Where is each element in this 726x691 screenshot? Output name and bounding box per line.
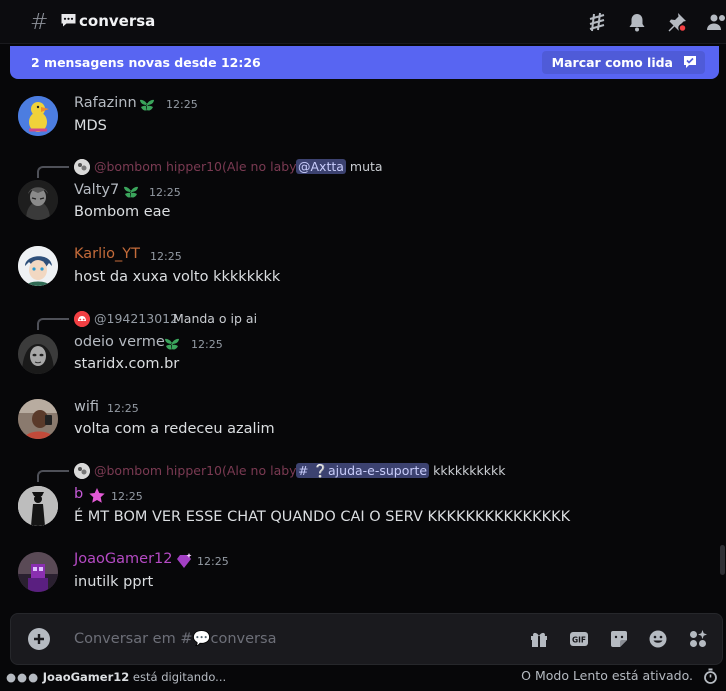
reply-avatar <box>74 311 90 327</box>
mark-read-icon <box>684 56 696 68</box>
message: @194213012 Manda o ip ai odeio verme 12:… <box>0 310 716 380</box>
reply-spine <box>37 470 69 482</box>
mark-as-read-label: Marcar como lida <box>551 55 673 70</box>
username[interactable]: wifi <box>74 399 99 415</box>
message-text: staridx.com.br <box>74 356 180 372</box>
username[interactable]: b <box>74 486 83 502</box>
timestamp: 12:25 <box>111 490 143 503</box>
message-text: volta com a redeceu azalim <box>74 421 275 437</box>
message: JoaoGamer12 12:25 inutilk pprt <box>0 550 716 598</box>
reply-text: muta <box>349 159 383 174</box>
leaf-badge-icon <box>124 186 138 198</box>
avatar[interactable] <box>18 399 58 439</box>
message-text: MDS <box>74 118 107 134</box>
message-text: É MT BOM VER ESSE CHAT QUANDO CAI O SERV… <box>74 509 571 525</box>
typing-suffix: está digitando... <box>132 670 227 684</box>
username[interactable]: JoaoGamer12 <box>74 551 172 567</box>
threads-icon[interactable] <box>586 11 608 33</box>
stopwatch-icon <box>704 668 717 684</box>
timestamp: 12:25 <box>197 555 229 568</box>
username[interactable]: Rafazinn <box>74 95 137 111</box>
username[interactable]: Valty7 <box>74 182 119 198</box>
star-badge-icon <box>89 488 105 503</box>
hash-icon: # <box>30 10 49 35</box>
reply-author[interactable]: @bombom hipper10(Ale no laby) <box>94 463 301 478</box>
add-attachment-button[interactable] <box>28 628 50 650</box>
reply-mention[interactable]: @Axtta <box>296 159 346 174</box>
members-icon[interactable] <box>706 11 726 33</box>
avatar[interactable] <box>18 334 58 374</box>
timestamp: 12:25 <box>191 338 223 351</box>
reply-text[interactable]: Manda o ip ai <box>173 311 257 326</box>
reply-author[interactable]: @194213012 <box>94 311 178 326</box>
reply-spine <box>37 166 69 178</box>
message-composer[interactable]: Conversar em #💬conversa GIF <box>10 613 723 665</box>
timestamp: 12:25 <box>149 186 181 199</box>
reply-content[interactable]: # ❔ajuda-e-suporte kkkkkkkkkk <box>296 463 506 479</box>
channel-mention[interactable]: # ❔ajuda-e-suporte <box>296 463 430 478</box>
avatar[interactable] <box>18 96 58 136</box>
leaf-badge-icon <box>165 338 179 350</box>
channel-name: conversa <box>79 12 156 30</box>
bell-icon[interactable] <box>626 11 648 33</box>
avatar[interactable] <box>18 552 58 592</box>
mark-as-read-button[interactable]: Marcar como lida <box>541 51 705 74</box>
username[interactable]: odeio verme <box>74 334 165 350</box>
gift-icon[interactable] <box>528 628 550 650</box>
typing-dots-icon: ●●● <box>6 670 40 684</box>
message: Karlio_YT 12:25 host da xuxa volto kkkkk… <box>0 246 716 294</box>
message-text: host da xuxa volto kkkkkkkk <box>74 269 281 285</box>
apps-icon[interactable] <box>687 628 709 650</box>
message-input[interactable]: Conversar em #💬conversa <box>74 630 276 647</box>
speech-balloon-icon <box>61 14 76 27</box>
timestamp: 12:25 <box>150 250 182 263</box>
message: Rafazinn 12:25 MDS <box>0 94 716 142</box>
reply-spine <box>37 318 69 330</box>
sparkle-badge-icon <box>177 553 192 568</box>
channel-header: # conversa <box>0 0 726 44</box>
avatar[interactable] <box>18 486 58 526</box>
reply-author[interactable]: @bombom hipper10(Ale no laby) <box>94 159 301 174</box>
message: wifi 12:25 volta com a redeceu azalim <box>0 398 716 446</box>
scrollbar-thumb[interactable] <box>720 545 725 575</box>
typing-user: JoaoGamer12 <box>42 670 130 684</box>
plus-icon <box>34 634 44 644</box>
sticker-icon[interactable] <box>608 628 630 650</box>
leaf-badge-icon <box>140 99 154 111</box>
pin-icon[interactable] <box>666 11 688 33</box>
typing-indicator: ●●● JoaoGamer12 está digitando... <box>6 670 226 684</box>
timestamp: 12:25 <box>107 402 139 415</box>
slowmode-notice: O Modo Lento está ativado. <box>521 668 693 683</box>
reply-text: kkkkkkkkkk <box>433 463 506 478</box>
emoji-icon[interactable] <box>647 628 669 650</box>
reply-content[interactable]: @Axtta muta <box>296 159 383 174</box>
reply-avatar <box>74 159 90 175</box>
message-text: inutilk pprt <box>74 574 154 590</box>
reply-avatar <box>74 463 90 479</box>
avatar[interactable] <box>18 246 58 286</box>
message: @bombom hipper10(Ale no laby) # ❔ajuda-e… <box>0 462 716 532</box>
avatar[interactable] <box>18 180 58 220</box>
timestamp: 12:25 <box>166 98 198 111</box>
svg-text:GIF: GIF <box>572 636 586 645</box>
new-messages-text: 2 mensagens novas desde 12:26 <box>31 55 261 70</box>
gif-icon[interactable]: GIF <box>568 628 590 650</box>
message-text: Bombom eae <box>74 204 171 220</box>
username[interactable]: Karlio_YT <box>74 246 140 262</box>
message: @bombom hipper10(Ale no laby) @Axtta mut… <box>0 158 716 228</box>
new-messages-bar[interactable]: 2 mensagens novas desde 12:26 Marcar com… <box>10 46 719 79</box>
